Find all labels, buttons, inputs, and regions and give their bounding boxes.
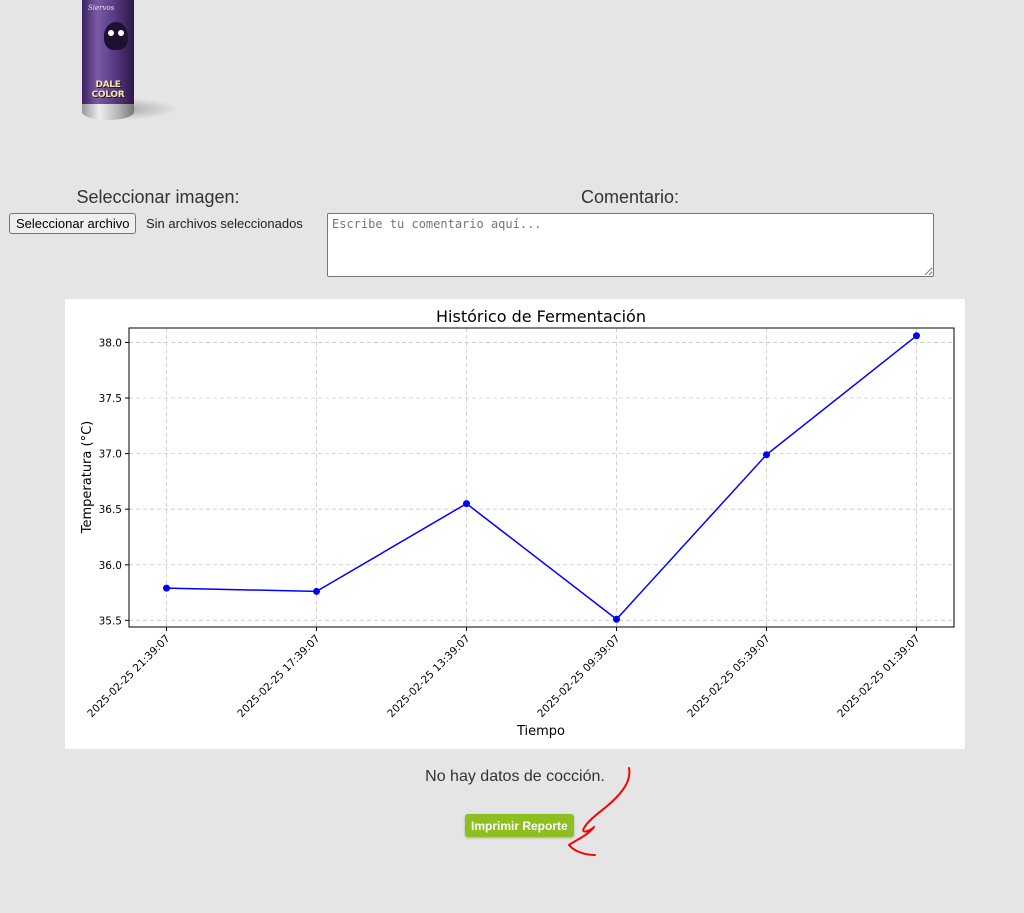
- x-tick-label: 2025-02-25 13:39:07: [385, 633, 472, 720]
- can-body: Siervos DALE COLOR: [82, 0, 134, 110]
- x-tick-label: 2025-02-25 01:39:07: [835, 633, 922, 720]
- file-status: Sin archivos seleccionados: [146, 216, 303, 231]
- can-bottom: [82, 104, 134, 120]
- comment-textarea[interactable]: [327, 213, 934, 277]
- data-point: [913, 332, 920, 340]
- can-monster-illustration: [104, 22, 128, 50]
- product-image: Siervos DALE COLOR: [78, 0, 178, 125]
- cooking-empty-message: No hay datos de cocción.: [425, 768, 605, 785]
- data-point: [763, 451, 770, 459]
- y-tick-label: 37.0: [99, 449, 122, 461]
- upload-label: Seleccionar imagen:: [76, 187, 240, 207]
- x-axis-label: Tiempo: [516, 724, 565, 739]
- x-tick-label: 2025-02-25 17:39:07: [235, 633, 322, 720]
- y-tick-label: 37.5: [99, 393, 122, 405]
- select-file-button[interactable]: Seleccionar archivo: [9, 213, 137, 234]
- monster-left-eye: [108, 30, 114, 36]
- chart-svg: Histórico de Fermentación 35.5 36.0 36.5 37…: [80, 307, 955, 739]
- plot-frame: [128, 327, 955, 628]
- data-points: [163, 332, 920, 623]
- y-tick-label: 36.0: [99, 560, 122, 572]
- comment-label: Comentario:: [580, 187, 680, 207]
- chart-title: Histórico de Fermentación: [436, 307, 646, 326]
- x-tick-label: 2025-02-25 05:39:07: [685, 633, 772, 720]
- x-axis: 2025-02-25 21:39:07 2025-02-25 17:39:07 20…: [85, 627, 923, 720]
- y-tick-label: 36.5: [99, 504, 122, 516]
- can-label-text: DALE COLOR: [91, 80, 125, 100]
- y-axis-label: Temperatura (°C): [80, 421, 95, 534]
- data-point: [463, 500, 470, 508]
- y-tick-label: 38.0: [99, 337, 122, 349]
- chart-grid: [129, 328, 954, 627]
- series-line: [166, 335, 917, 621]
- data-point: [163, 584, 170, 592]
- y-axis: 35.5 36.0 36.5 37.0 37.5 38.0: [99, 337, 129, 627]
- data-point: [313, 587, 320, 595]
- monster-right-eye: [118, 30, 124, 36]
- x-tick-label: 2025-02-25 09:39:07: [535, 633, 622, 720]
- x-tick-label: 2025-02-25 21:39:07: [85, 633, 172, 720]
- fermentation-chart: Histórico de Fermentación 35.5 36.0 36.5 37…: [65, 299, 965, 749]
- data-point: [613, 615, 620, 623]
- print-report-button[interactable]: Imprimir Reporte: [465, 814, 574, 837]
- y-tick-label: 35.5: [99, 615, 122, 627]
- can-brand-text: Siervos: [88, 4, 115, 12]
